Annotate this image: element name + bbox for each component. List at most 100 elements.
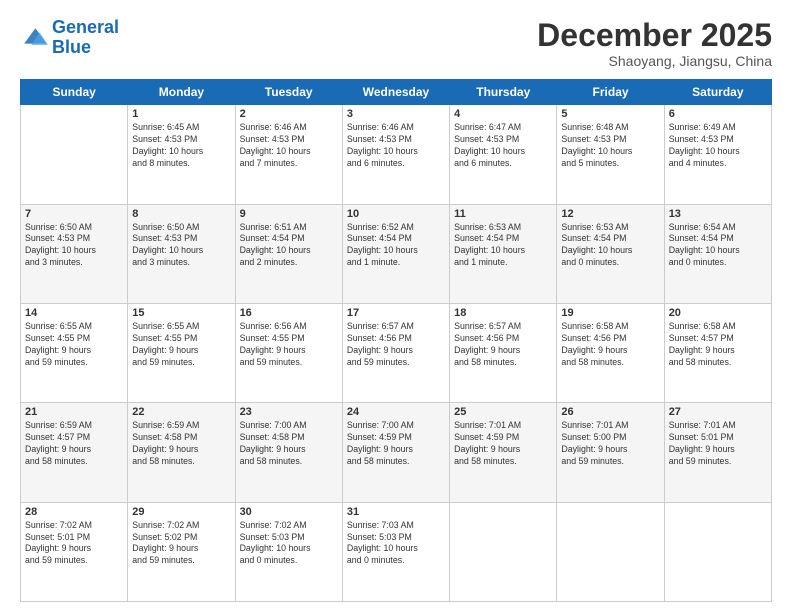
calendar-cell: 3 Sunrise: 6:46 AM Sunset: 4:53 PM Daylig… bbox=[342, 105, 449, 204]
logo-icon bbox=[20, 24, 48, 52]
calendar-cell: 2 Sunrise: 6:46 AM Sunset: 4:53 PM Daylig… bbox=[235, 105, 342, 204]
day-number: 16 bbox=[240, 307, 338, 319]
day-info: Sunrise: 7:02 AM Sunset: 5:02 PM Dayligh… bbox=[132, 520, 230, 568]
weekday-header-row: SundayMondayTuesdayWednesdayThursdayFrid… bbox=[21, 80, 772, 105]
day-number: 30 bbox=[240, 506, 338, 518]
day-info: Sunrise: 7:00 AM Sunset: 4:58 PM Dayligh… bbox=[240, 420, 338, 468]
calendar-cell: 10 Sunrise: 6:52 AM Sunset: 4:54 PM Dayli… bbox=[342, 204, 449, 303]
day-info: Sunrise: 6:45 AM Sunset: 4:53 PM Dayligh… bbox=[132, 122, 230, 170]
calendar-cell: 31 Sunrise: 7:03 AM Sunset: 5:03 PM Dayli… bbox=[342, 502, 449, 601]
weekday-header-tuesday: Tuesday bbox=[235, 80, 342, 105]
day-number: 7 bbox=[25, 208, 123, 220]
calendar-cell bbox=[557, 502, 664, 601]
logo-line1: General bbox=[52, 17, 119, 37]
calendar-week-2: 7 Sunrise: 6:50 AM Sunset: 4:53 PM Daylig… bbox=[21, 204, 772, 303]
day-number: 24 bbox=[347, 406, 445, 418]
day-info: Sunrise: 6:48 AM Sunset: 4:53 PM Dayligh… bbox=[561, 122, 659, 170]
weekday-header-wednesday: Wednesday bbox=[342, 80, 449, 105]
calendar-cell: 27 Sunrise: 7:01 AM Sunset: 5:01 PM Dayli… bbox=[664, 403, 771, 502]
calendar-cell: 5 Sunrise: 6:48 AM Sunset: 4:53 PM Daylig… bbox=[557, 105, 664, 204]
weekday-header-thursday: Thursday bbox=[450, 80, 557, 105]
day-number: 31 bbox=[347, 506, 445, 518]
day-number: 1 bbox=[132, 108, 230, 120]
calendar-cell: 30 Sunrise: 7:02 AM Sunset: 5:03 PM Dayli… bbox=[235, 502, 342, 601]
calendar-cell: 15Sunrise: 6:55 AM Sunset: 4:55 PM Dayli… bbox=[128, 303, 235, 402]
day-number: 6 bbox=[669, 108, 767, 120]
day-number: 26 bbox=[561, 406, 659, 418]
calendar-week-1: 1 Sunrise: 6:45 AM Sunset: 4:53 PM Daylig… bbox=[21, 105, 772, 204]
day-info: Sunrise: 7:02 AM Sunset: 5:03 PM Dayligh… bbox=[240, 520, 338, 568]
day-info: Sunrise: 7:00 AM Sunset: 4:59 PM Dayligh… bbox=[347, 420, 445, 468]
day-info: Sunrise: 6:59 AM Sunset: 4:57 PM Dayligh… bbox=[25, 420, 123, 468]
calendar-cell: 18Sunrise: 6:57 AM Sunset: 4:56 PM Dayli… bbox=[450, 303, 557, 402]
day-number: 21 bbox=[25, 406, 123, 418]
day-info: Sunrise: 6:49 AM Sunset: 4:53 PM Dayligh… bbox=[669, 122, 767, 170]
day-info: Sunrise: 6:53 AM Sunset: 4:54 PM Dayligh… bbox=[454, 222, 552, 270]
location: Shaoyang, Jiangsu, China bbox=[537, 53, 772, 69]
day-info: Sunrise: 6:58 AM Sunset: 4:56 PM Dayligh… bbox=[561, 321, 659, 369]
calendar-cell: 24 Sunrise: 7:00 AM Sunset: 4:59 PM Dayli… bbox=[342, 403, 449, 502]
day-number: 28 bbox=[25, 506, 123, 518]
day-number: 29 bbox=[132, 506, 230, 518]
calendar-cell: 14Sunrise: 6:55 AM Sunset: 4:55 PM Dayli… bbox=[21, 303, 128, 402]
day-info: Sunrise: 6:58 AM Sunset: 4:57 PM Dayligh… bbox=[669, 321, 767, 369]
day-info: Sunrise: 6:57 AM Sunset: 4:56 PM Dayligh… bbox=[454, 321, 552, 369]
weekday-header-saturday: Saturday bbox=[664, 80, 771, 105]
calendar-cell: 12Sunrise: 6:53 AM Sunset: 4:54 PM Dayli… bbox=[557, 204, 664, 303]
calendar-cell: 20 Sunrise: 6:58 AM Sunset: 4:57 PM Dayli… bbox=[664, 303, 771, 402]
day-info: Sunrise: 6:50 AM Sunset: 4:53 PM Dayligh… bbox=[25, 222, 123, 270]
day-info: Sunrise: 6:54 AM Sunset: 4:54 PM Dayligh… bbox=[669, 222, 767, 270]
title-block: December 2025 Shaoyang, Jiangsu, China bbox=[537, 18, 772, 69]
calendar-body: 1 Sunrise: 6:45 AM Sunset: 4:53 PM Daylig… bbox=[21, 105, 772, 602]
day-info: Sunrise: 6:52 AM Sunset: 4:54 PM Dayligh… bbox=[347, 222, 445, 270]
day-number: 19 bbox=[561, 307, 659, 319]
day-info: Sunrise: 6:51 AM Sunset: 4:54 PM Dayligh… bbox=[240, 222, 338, 270]
calendar-cell: 13 Sunrise: 6:54 AM Sunset: 4:54 PM Dayli… bbox=[664, 204, 771, 303]
day-number: 17 bbox=[347, 307, 445, 319]
logo-text: General Blue bbox=[52, 18, 119, 58]
calendar-cell: 11Sunrise: 6:53 AM Sunset: 4:54 PM Dayli… bbox=[450, 204, 557, 303]
calendar-cell: 7 Sunrise: 6:50 AM Sunset: 4:53 PM Daylig… bbox=[21, 204, 128, 303]
calendar-cell: 29 Sunrise: 7:02 AM Sunset: 5:02 PM Dayli… bbox=[128, 502, 235, 601]
calendar-week-4: 21 Sunrise: 6:59 AM Sunset: 4:57 PM Dayli… bbox=[21, 403, 772, 502]
calendar-week-5: 28Sunrise: 7:02 AM Sunset: 5:01 PM Dayli… bbox=[21, 502, 772, 601]
day-info: Sunrise: 6:46 AM Sunset: 4:53 PM Dayligh… bbox=[347, 122, 445, 170]
calendar-cell: 26Sunrise: 7:01 AM Sunset: 5:00 PM Dayli… bbox=[557, 403, 664, 502]
page: General Blue December 2025 Shaoyang, Jia… bbox=[0, 0, 792, 612]
calendar-cell: 28Sunrise: 7:02 AM Sunset: 5:01 PM Dayli… bbox=[21, 502, 128, 601]
day-number: 23 bbox=[240, 406, 338, 418]
day-number: 5 bbox=[561, 108, 659, 120]
day-number: 9 bbox=[240, 208, 338, 220]
calendar-cell: 8Sunrise: 6:50 AM Sunset: 4:53 PM Daylig… bbox=[128, 204, 235, 303]
weekday-header-monday: Monday bbox=[128, 80, 235, 105]
month-title: December 2025 bbox=[537, 18, 772, 53]
day-info: Sunrise: 6:47 AM Sunset: 4:53 PM Dayligh… bbox=[454, 122, 552, 170]
logo-line2: Blue bbox=[52, 37, 91, 57]
calendar-week-3: 14Sunrise: 6:55 AM Sunset: 4:55 PM Dayli… bbox=[21, 303, 772, 402]
day-number: 13 bbox=[669, 208, 767, 220]
day-info: Sunrise: 6:59 AM Sunset: 4:58 PM Dayligh… bbox=[132, 420, 230, 468]
calendar-cell bbox=[664, 502, 771, 601]
day-number: 2 bbox=[240, 108, 338, 120]
day-number: 27 bbox=[669, 406, 767, 418]
day-number: 20 bbox=[669, 307, 767, 319]
calendar-cell: 6 Sunrise: 6:49 AM Sunset: 4:53 PM Daylig… bbox=[664, 105, 771, 204]
calendar-cell: 4Sunrise: 6:47 AM Sunset: 4:53 PM Daylig… bbox=[450, 105, 557, 204]
calendar-cell: 1 Sunrise: 6:45 AM Sunset: 4:53 PM Daylig… bbox=[128, 105, 235, 204]
day-number: 14 bbox=[25, 307, 123, 319]
day-number: 10 bbox=[347, 208, 445, 220]
weekday-header-sunday: Sunday bbox=[21, 80, 128, 105]
calendar-cell: 21 Sunrise: 6:59 AM Sunset: 4:57 PM Dayli… bbox=[21, 403, 128, 502]
day-info: Sunrise: 7:03 AM Sunset: 5:03 PM Dayligh… bbox=[347, 520, 445, 568]
day-number: 15 bbox=[132, 307, 230, 319]
calendar-cell: 23 Sunrise: 7:00 AM Sunset: 4:58 PM Dayli… bbox=[235, 403, 342, 502]
day-number: 22 bbox=[132, 406, 230, 418]
calendar-cell: 16Sunrise: 6:56 AM Sunset: 4:55 PM Dayli… bbox=[235, 303, 342, 402]
day-info: Sunrise: 6:46 AM Sunset: 4:53 PM Dayligh… bbox=[240, 122, 338, 170]
logo: General Blue bbox=[20, 18, 119, 58]
day-info: Sunrise: 7:01 AM Sunset: 5:01 PM Dayligh… bbox=[669, 420, 767, 468]
calendar-cell: 25Sunrise: 7:01 AM Sunset: 4:59 PM Dayli… bbox=[450, 403, 557, 502]
calendar-cell: 22 Sunrise: 6:59 AM Sunset: 4:58 PM Dayli… bbox=[128, 403, 235, 502]
day-number: 8 bbox=[132, 208, 230, 220]
day-number: 3 bbox=[347, 108, 445, 120]
